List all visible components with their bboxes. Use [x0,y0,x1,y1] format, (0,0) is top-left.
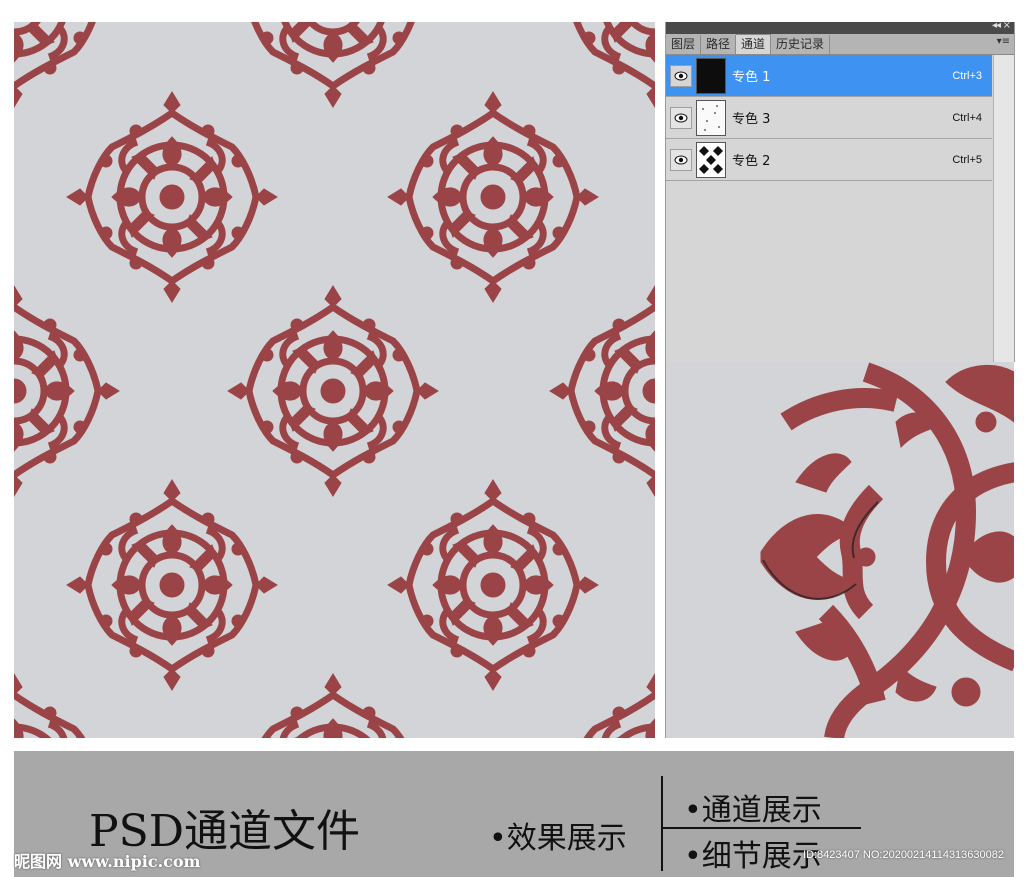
detail-label: •细节展示 [684,839,822,874]
channel-row-spot-3[interactable]: 专色 3 Ctrl+4 [666,97,992,139]
tab-channels[interactable]: 通道 [736,34,772,54]
detail-closeup [665,362,1014,738]
channel-thumbnail [696,141,726,178]
watermark-id: ID:8423407 NO:20200214114313630082 [802,849,1004,861]
channels-panel: ◂◂ × 图层 路径 通道 历史记录 ▾≡ 专色 1 Ctrl+3 专色 3 C… [665,20,1015,362]
caption-footer: PSD通道文件 •效果展示 •通道展示 •细节展示 昵图网 www.nipic.… [14,751,1014,877]
damask-detail-image [760,362,1014,738]
panel-menu-icon[interactable]: ▾≡ [997,36,1010,47]
watermark-site: 昵图网 www.nipic.com [14,852,201,871]
pattern-preview [14,22,655,738]
channel-name: 专色 3 [732,112,771,127]
damask-pattern-image [14,22,655,738]
divider-vertical [661,776,663,871]
close-icon[interactable]: × [1003,20,1011,31]
channel-row-spot-1[interactable]: 专色 1 Ctrl+3 [666,55,992,97]
panel-tabs: 图层 路径 通道 历史记录 ▾≡ [666,34,1014,55]
channel-name: 专色 1 [732,70,771,85]
double-chevron-left-icon[interactable]: ◂◂ [992,20,1001,31]
channel-label: •通道展示 [684,793,822,828]
eye-icon[interactable] [670,148,692,171]
eye-icon[interactable] [670,64,692,87]
effect-label: •效果展示 [489,821,627,856]
panel-scrollbar[interactable] [993,55,1014,362]
panel-title-bar: ◂◂ × [666,20,1014,34]
channel-shortcut: Ctrl+3 [952,69,982,82]
tab-paths[interactable]: 路径 [701,35,737,54]
channel-row-spot-2[interactable]: 专色 2 Ctrl+5 [666,139,992,181]
channel-thumbnail [696,57,726,94]
tab-layers[interactable]: 图层 [666,35,702,54]
channel-shortcut: Ctrl+4 [952,111,982,124]
channel-name: 专色 2 [732,154,771,169]
channel-shortcut: Ctrl+5 [952,153,982,166]
tab-history[interactable]: 历史记录 [771,35,831,54]
eye-icon[interactable] [670,106,692,129]
channel-thumbnail [696,99,726,136]
